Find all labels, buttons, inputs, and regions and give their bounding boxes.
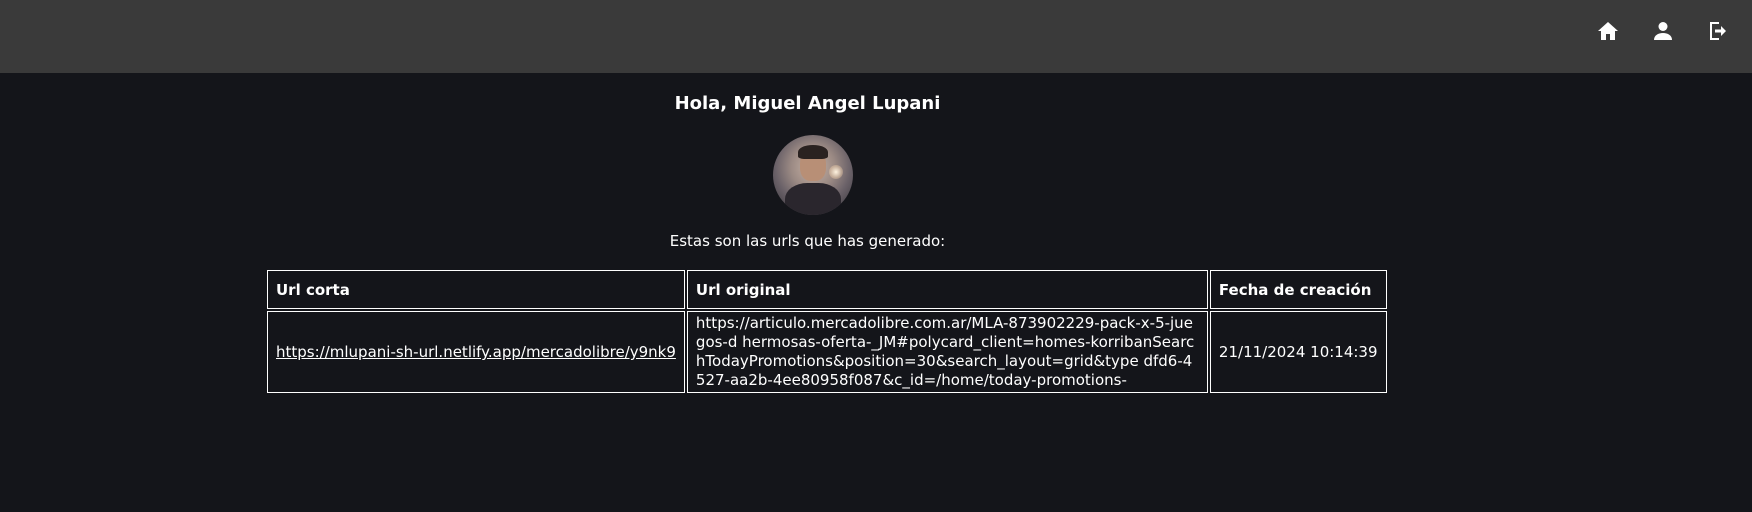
urls-table: Url corta Url original Fecha de creación… (265, 268, 1389, 395)
short-url-link[interactable]: https://mlupani-sh-url.netlify.app/merca… (276, 343, 676, 361)
avatar-body (785, 183, 841, 215)
original-url-cell: https://articulo.mercadolibre.com.ar/MLA… (686, 311, 1208, 393)
logout-icon[interactable] (1703, 16, 1733, 46)
avatar-hair (798, 145, 828, 159)
avatar (773, 135, 853, 215)
urls-subtitle: Estas son las urls que has generado: (669, 232, 946, 250)
avatar-background-light (829, 165, 843, 179)
short-url-cell: https://mlupani-sh-url.netlify.app/merca… (267, 311, 685, 393)
created-at-cell: 21/11/2024 10:14:39 (1209, 311, 1387, 393)
table-header-row: Url corta Url original Fecha de creación (267, 270, 1387, 309)
column-header-short-url: Url corta (267, 270, 685, 309)
original-url-wrapper: https://articulo.mercadolibre.com.ar/MLA… (696, 312, 1199, 392)
original-url-text: https://articulo.mercadolibre.com.ar/MLA… (695, 314, 1195, 389)
top-navbar (0, 0, 1752, 73)
column-header-original-url: Url original (686, 270, 1208, 309)
user-icon[interactable] (1648, 16, 1678, 46)
created-at-text: 21/11/2024 10:14:39 (1218, 343, 1378, 361)
home-icon[interactable] (1593, 16, 1623, 46)
table-row: https://mlupani-sh-url.netlify.app/merca… (267, 311, 1387, 393)
greeting-title: Hola, Miguel Angel Lupani (674, 93, 941, 114)
column-header-created-at: Fecha de creación (1209, 270, 1387, 309)
